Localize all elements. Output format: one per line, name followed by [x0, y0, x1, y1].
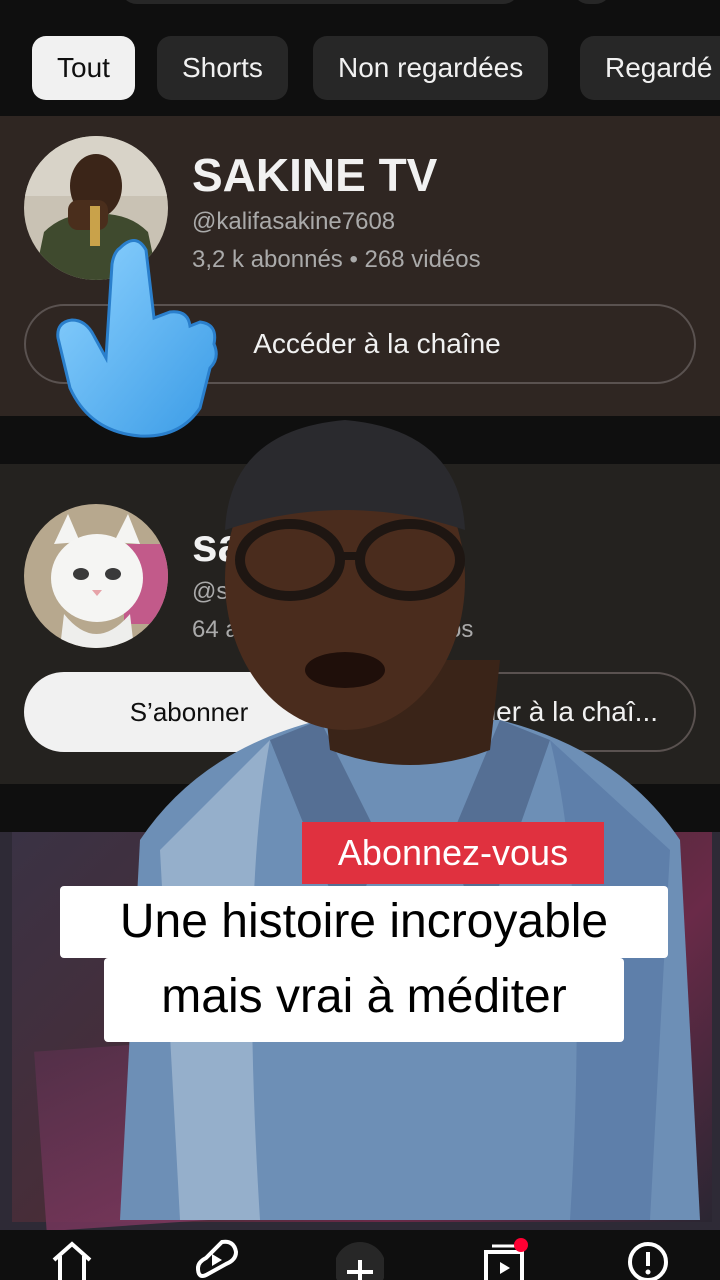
chip-shorts[interactable]: Shorts — [157, 36, 288, 100]
notification-dot — [514, 1238, 528, 1252]
chip-regardees[interactable]: Regardé — [580, 36, 720, 100]
top-action-edge[interactable] — [572, 0, 612, 4]
channel-name: SAKINE TV — [192, 149, 438, 201]
filter-chips: Tout Shorts Non regardées Regardé — [0, 36, 720, 100]
shorts-icon[interactable] — [192, 1238, 240, 1280]
chip-non-regardees[interactable]: Non regardées — [313, 36, 549, 100]
info-icon[interactable] — [624, 1238, 672, 1280]
channel-stats: 3,2 k abonnés • 268 vidéos — [192, 246, 481, 273]
create-icon[interactable] — [336, 1238, 384, 1280]
chip-tout[interactable]: Tout — [32, 36, 135, 100]
channel-handle: @kalifasakine7608 — [192, 208, 396, 235]
search-bar-edge[interactable] — [120, 0, 520, 4]
caption-line-2: mais vrai à méditer — [104, 958, 624, 1042]
home-icon[interactable] — [48, 1238, 96, 1280]
caption-line-1: Une histoire incroyable — [60, 886, 668, 958]
presenter-overlay — [120, 420, 700, 1220]
pointing-hand-icon — [56, 239, 218, 438]
go-to-channel-label: Accéder à la chaîne — [253, 328, 501, 359]
subscribe-overlay-badge: Abonnez-vous — [302, 822, 604, 884]
top-bar-edge — [0, 0, 720, 20]
